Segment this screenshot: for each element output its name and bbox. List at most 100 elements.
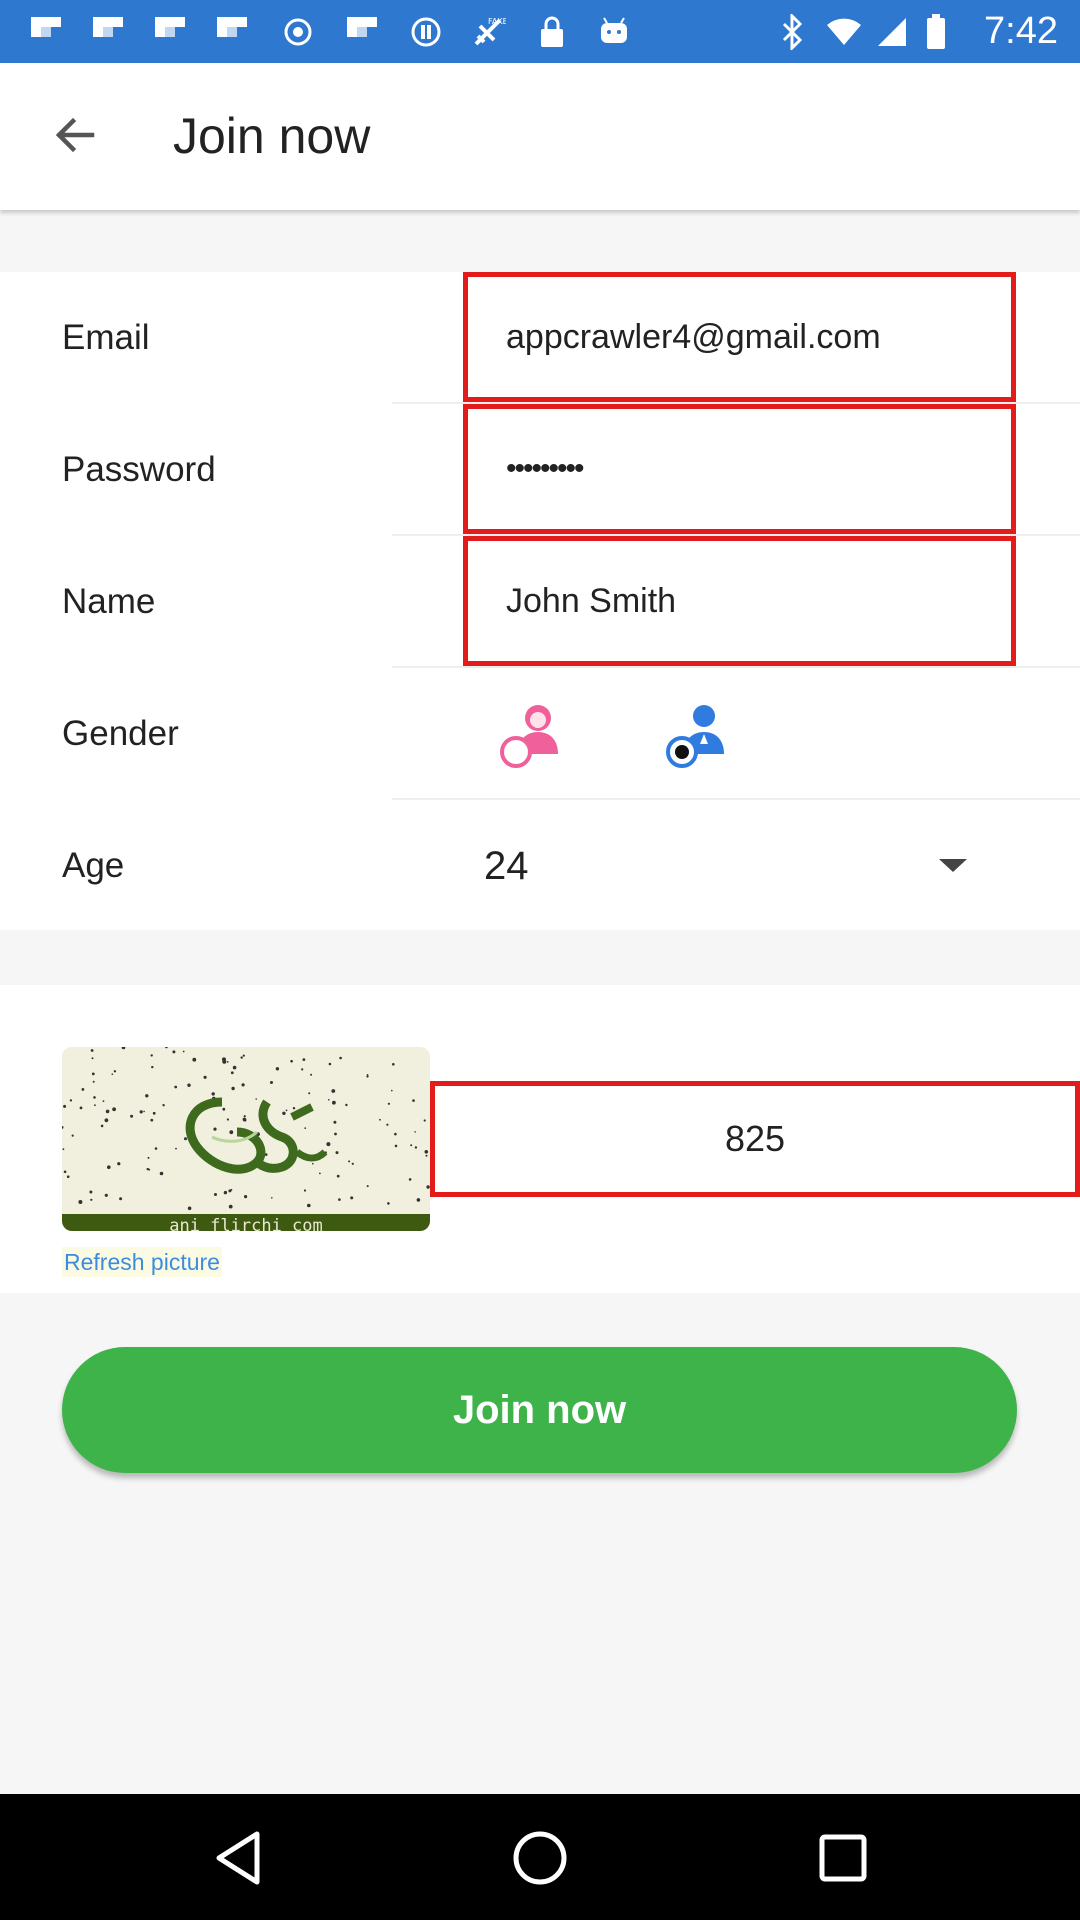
flipboard-icon: [90, 14, 126, 50]
age-label: Age: [62, 846, 125, 885]
flipboard-icon: [152, 14, 188, 50]
captcha-noise-dot: [423, 1119, 426, 1122]
captcha-noise-dot: [424, 1150, 429, 1154]
captcha-noise-dot: [244, 1195, 248, 1199]
captcha-noise-dot: [255, 1098, 257, 1100]
captcha-noise-dot: [303, 1189, 307, 1192]
refresh-picture-link[interactable]: Refresh picture: [62, 1247, 222, 1277]
captcha-noise-dot: [408, 1178, 412, 1181]
age-row[interactable]: Age 24: [0, 800, 1080, 932]
captcha-noise-dot: [366, 1075, 369, 1078]
gender-row: Gender: [0, 668, 1080, 800]
captcha-noise-dot: [350, 1196, 354, 1200]
password-row: Password •••••••••: [0, 404, 1080, 536]
captcha-noise-dot: [394, 1144, 398, 1148]
captcha-noise-dot: [351, 1162, 354, 1165]
app-bar: Join now: [0, 63, 1080, 210]
captcha-noise-dot: [223, 1190, 228, 1195]
captcha-noise-dot: [147, 1156, 150, 1159]
email-value: appcrawler4@gmail.com: [506, 318, 881, 356]
captcha-noise-dot: [345, 1103, 348, 1107]
captcha-noise-dot: [81, 1088, 85, 1091]
captcha-noise-dot: [414, 1131, 416, 1133]
gender-male-option[interactable]: [662, 696, 738, 772]
captcha-noise-dot: [222, 1057, 226, 1062]
dropdown-arrow-icon[interactable]: [939, 859, 967, 872]
record-icon: [280, 14, 316, 50]
captcha-noise-dot: [307, 1203, 311, 1208]
captcha-noise-dot: [414, 1146, 418, 1149]
nav-recents-button[interactable]: [812, 1827, 874, 1889]
svg-text:FAKE: FAKE: [488, 17, 506, 26]
recents-square-icon: [819, 1834, 867, 1882]
captcha-noise-dot: [308, 1092, 311, 1095]
captcha-noise-dot: [366, 1185, 369, 1188]
captcha-noise-dot: [270, 1081, 273, 1084]
home-circle-icon: [513, 1831, 567, 1885]
captcha-noise-dot: [152, 1111, 156, 1115]
gender-label: Gender: [62, 714, 179, 753]
wifi-icon: [826, 14, 862, 50]
back-button[interactable]: [38, 99, 110, 171]
captcha-noise-dot: [150, 1054, 153, 1057]
password-value: •••••••••: [506, 452, 585, 485]
captcha-noise-dot: [241, 1083, 245, 1087]
captcha-noise-dot: [336, 1174, 340, 1178]
captcha-noise-dot: [387, 1102, 390, 1105]
captcha-noise-dot: [187, 1083, 191, 1087]
captcha-noise-dot: [271, 1197, 273, 1199]
captcha-noise-dot: [394, 1132, 397, 1136]
captcha-noise-dot: [139, 1110, 143, 1114]
flipboard-icon: [344, 14, 380, 50]
captcha-noise-dot: [91, 1057, 94, 1060]
captcha-noise-dot: [335, 1151, 339, 1155]
age-dropdown[interactable]: 24: [484, 800, 529, 932]
join-now-button[interactable]: Join now: [62, 1347, 1017, 1473]
name-label: Name: [62, 582, 156, 621]
captcha-noise-dot: [328, 1099, 330, 1101]
captcha-noise-dot: [145, 1094, 149, 1098]
male-icon: [666, 705, 724, 768]
captcha-noise-dot: [69, 1099, 73, 1102]
lock-icon: [534, 14, 570, 50]
gender-female-option[interactable]: [496, 696, 572, 772]
captcha-noise-dot: [105, 1109, 110, 1114]
nav-back-button[interactable]: [207, 1827, 269, 1889]
captcha-noise-dot: [63, 1104, 67, 1108]
captcha-noise-dot: [182, 1050, 185, 1053]
captcha-noise-dot: [392, 1063, 395, 1066]
captcha-noise-dot: [425, 1154, 428, 1157]
captcha-noise-dot: [93, 1096, 96, 1099]
password-label: Password: [62, 450, 216, 489]
signal-icon: [874, 14, 910, 50]
back-triangle-icon: [216, 1831, 260, 1885]
captcha-input[interactable]: 825: [430, 1081, 1080, 1197]
captcha-noise-dot: [146, 1167, 149, 1171]
android-icon: [596, 14, 632, 50]
settings-circle-icon: [408, 14, 444, 50]
captcha-noise-dot: [62, 1148, 65, 1151]
captcha-noise-dot: [334, 1132, 337, 1136]
captcha-noise-dot: [387, 1202, 390, 1205]
captcha-noise-dot: [282, 1111, 286, 1115]
captcha-noise-dot: [302, 1058, 306, 1061]
password-field[interactable]: •••••••••: [463, 404, 1016, 534]
captcha-noise-dot: [285, 1109, 288, 1112]
captcha-noise-dot: [203, 1075, 207, 1079]
fake-gps-icon: FAKE: [470, 14, 506, 50]
captcha-noise-dot: [94, 1104, 96, 1107]
name-field[interactable]: John Smith: [463, 536, 1016, 666]
captcha-noise-dot: [63, 1170, 67, 1174]
captcha-noise-dot: [410, 1144, 413, 1147]
captcha-noise-dot: [326, 1142, 331, 1147]
nav-home-button[interactable]: [509, 1827, 571, 1889]
captcha-noise-dot: [66, 1175, 70, 1178]
captcha-noise-dot: [312, 1162, 314, 1165]
registration-form: Email appcrawler4@gmail.com Password •••…: [0, 272, 1080, 930]
captcha-noise-dot: [301, 1068, 304, 1071]
email-field[interactable]: appcrawler4@gmail.com: [463, 272, 1016, 402]
captcha-noise-dot: [174, 1085, 178, 1089]
bluetooth-icon: [774, 14, 810, 50]
captcha-noise-dot: [112, 1107, 116, 1112]
battery-icon: [918, 14, 954, 50]
